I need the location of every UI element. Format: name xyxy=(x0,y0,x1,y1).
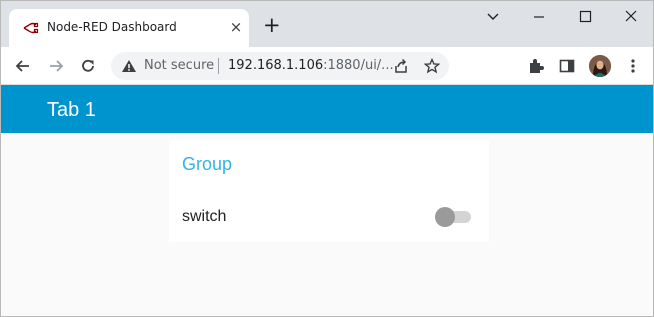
side-panel-icon[interactable] xyxy=(558,57,576,75)
dashboard-content: Group switch xyxy=(1,133,653,316)
security-label[interactable]: Not secure xyxy=(144,58,214,73)
browser-toolbar: Not secure 192.168.1.106:1880/ui/... xyxy=(1,47,653,85)
profile-avatar[interactable] xyxy=(589,55,611,77)
group-title: Group xyxy=(182,154,233,174)
url-path: :1880/ui/... xyxy=(323,58,394,73)
bookmark-star-icon[interactable] xyxy=(424,58,440,74)
maximize-icon[interactable] xyxy=(571,6,599,28)
more-menu-icon[interactable] xyxy=(624,57,642,75)
tab-strip: Node-RED Dashboard × + xyxy=(1,1,653,47)
browser-window: Node-RED Dashboard × + Not secure 192.16… xyxy=(0,0,654,317)
page-title: Tab 1 xyxy=(47,99,96,121)
profile-picture-icon xyxy=(589,55,611,77)
chevron-down-icon[interactable] xyxy=(479,6,507,28)
url-text[interactable]: 192.168.1.106:1880/ui/... xyxy=(228,58,394,73)
warning-icon[interactable] xyxy=(121,59,137,73)
tab-close-icon[interactable]: × xyxy=(229,20,243,35)
switch-row[interactable]: switch xyxy=(169,202,489,232)
extensions-puzzle-icon[interactable] xyxy=(527,57,545,75)
close-icon[interactable] xyxy=(617,6,645,28)
switch-label: switch xyxy=(182,208,227,225)
browser-tab[interactable]: Node-RED Dashboard × xyxy=(9,9,249,47)
switch-toggle[interactable] xyxy=(435,207,455,227)
reload-icon[interactable] xyxy=(79,57,97,75)
share-icon[interactable] xyxy=(393,58,409,74)
tab-title: Node-RED Dashboard xyxy=(47,20,177,34)
forward-icon[interactable] xyxy=(47,57,65,75)
group-card: Group switch xyxy=(169,140,489,242)
url-host: 192.168.1.106 xyxy=(228,58,324,73)
dashboard-header: Tab 1 xyxy=(1,85,653,133)
node-red-icon xyxy=(23,22,39,34)
minimize-icon[interactable] xyxy=(525,6,553,28)
new-tab-button[interactable]: + xyxy=(263,15,281,36)
back-icon[interactable] xyxy=(14,57,32,75)
address-separator xyxy=(218,58,219,74)
address-bar[interactable]: Not secure 192.168.1.106:1880/ui/... xyxy=(111,52,449,80)
